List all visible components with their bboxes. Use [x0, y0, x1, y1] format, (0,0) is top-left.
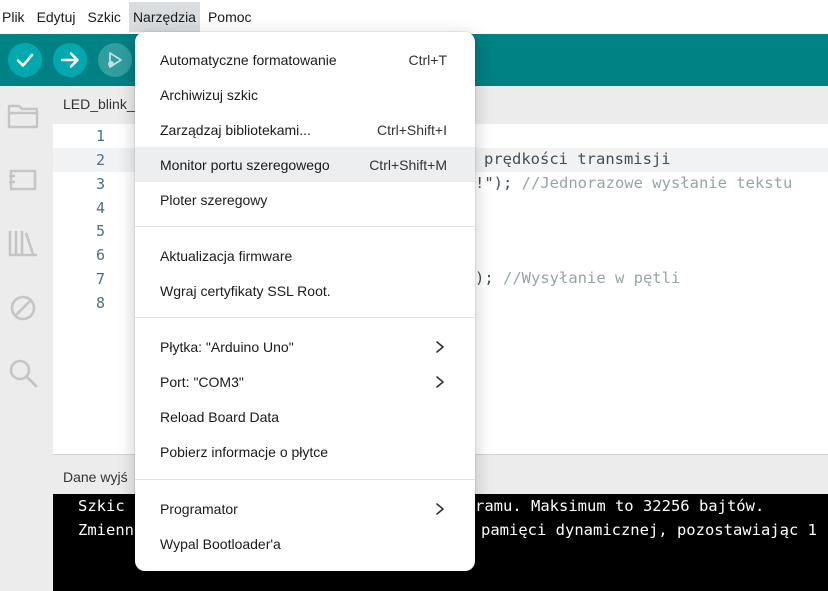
debug-stop-icon: [10, 295, 36, 321]
sidebar: [0, 86, 53, 591]
verify-button[interactable]: [8, 43, 42, 77]
chevron-right-icon: [436, 341, 444, 353]
debug-button[interactable]: [98, 43, 132, 77]
menu-item-port[interactable]: Port: "COM3": [135, 364, 475, 399]
line-number: 8: [95, 294, 105, 312]
menu-item-label: Zarządzaj bibliotekami...: [160, 121, 311, 138]
line-number: 5: [95, 222, 105, 240]
menu-item-reload-board-data[interactable]: Reload Board Data: [135, 399, 475, 434]
code-line-2: prędkości transmisji: [484, 150, 671, 168]
menu-item-programmer[interactable]: Programator: [135, 491, 475, 526]
menu-item-label: Aktualizacja firmware: [160, 247, 293, 264]
menu-item-get-board-info[interactable]: Pobierz informacje o płytce: [135, 434, 475, 469]
menu-item-archive-sketch[interactable]: Archiwizuj szkic: [135, 77, 475, 112]
menu-item-firmware-update[interactable]: Aktualizacja firmware: [135, 238, 475, 273]
output-line: pamięci dynamicznej, pozostawiając 1: [481, 521, 817, 539]
menu-item-serial-plotter[interactable]: Ploter szeregowy: [135, 182, 475, 217]
checkmark-icon: [16, 53, 34, 67]
code-fragment: !");: [475, 174, 513, 192]
code-comment: //Jednorazowe wysłanie tekstu: [512, 174, 793, 192]
debug-panel-button[interactable]: [6, 291, 40, 325]
line-number: 3: [95, 175, 105, 193]
code-comment: //Wysyłanie w pętli: [493, 269, 681, 287]
board-icon: [9, 169, 37, 191]
library-manager-button[interactable]: [6, 226, 40, 260]
code-line-7: ); //Wysyłanie w pętli: [475, 269, 680, 287]
menu-item-label: Ploter szeregowy: [160, 191, 268, 208]
chevron-right-icon: [436, 503, 444, 515]
arrow-right-icon: [60, 52, 79, 68]
menu-bar: Plik Edytuj Szkic Narzędzia Pomoc: [0, 0, 828, 34]
library-icon: [8, 231, 37, 257]
menu-item-shortcut: Ctrl+Shift+I: [376, 121, 447, 138]
menu-item-label: Wgraj certyfikaty SSL Root.: [160, 282, 331, 299]
menu-help[interactable]: Pomoc: [204, 2, 256, 32]
menu-item-manage-libraries[interactable]: Zarządzaj bibliotekami... Ctrl+Shift+I: [135, 112, 475, 147]
menu-edit[interactable]: Edytuj: [33, 2, 80, 32]
output-line: ramu. Maksimum to 32256 bajtów.: [475, 497, 765, 515]
menu-item-shortcut: Ctrl+T: [408, 51, 448, 68]
menu-item-upload-ssl-certificates[interactable]: Wgraj certyfikaty SSL Root.: [135, 273, 475, 308]
menu-separator: [135, 317, 475, 318]
output-line: Zmienn: [78, 521, 134, 539]
code-line-3: !"); //Jednorazowe wysłanie tekstu: [475, 174, 792, 192]
menu-item-label: Wypal Bootloader'a: [160, 535, 281, 552]
menu-item-label: Płytka: "Arduino Uno": [160, 338, 294, 355]
menu-item-label: Monitor portu szeregowego: [160, 156, 330, 173]
menu-item-burn-bootloader[interactable]: Wypal Bootloader'a: [135, 526, 475, 561]
search-icon: [9, 359, 38, 388]
menu-sketch[interactable]: Szkic: [83, 2, 124, 32]
line-number: 4: [95, 199, 105, 217]
line-number: 2: [95, 151, 105, 169]
debug-icon: [108, 52, 122, 68]
menu-item-label: Programator: [160, 500, 238, 517]
line-number: 7: [95, 270, 105, 288]
code-fragment: );: [475, 269, 494, 287]
menu-file[interactable]: Plik: [0, 2, 29, 32]
tools-dropdown-menu: Automatyczne formatowanie Ctrl+T Archiwi…: [135, 32, 475, 571]
upload-button[interactable]: [53, 43, 87, 77]
menu-item-board[interactable]: Płytka: "Arduino Uno": [135, 329, 475, 364]
menu-tools[interactable]: Narzędzia: [128, 2, 200, 32]
menu-separator: [135, 479, 475, 480]
menu-item-label: Port: "COM3": [160, 373, 244, 390]
menu-item-serial-monitor[interactable]: Monitor portu szeregowego Ctrl+Shift+M: [135, 147, 475, 182]
menu-item-label: Reload Board Data: [160, 408, 280, 425]
tab-sketch[interactable]: LED_blink_: [63, 96, 135, 112]
menu-item-auto-format[interactable]: Automatyczne formatowanie Ctrl+T: [135, 42, 475, 77]
folder-icon: [7, 104, 39, 129]
sketchbook-button[interactable]: [6, 98, 40, 132]
output-title: Dane wyjś: [63, 469, 128, 485]
line-number: 6: [95, 246, 105, 264]
boards-manager-button[interactable]: [6, 162, 40, 196]
menu-separator: [135, 226, 475, 227]
menu-item-label: Pobierz informacje o płytce: [160, 443, 329, 460]
search-button[interactable]: [6, 356, 40, 390]
chevron-right-icon: [436, 376, 444, 388]
line-number: 1: [95, 127, 105, 145]
output-line: Szkic: [78, 497, 125, 515]
menu-item-shortcut: Ctrl+Shift+M: [369, 156, 447, 173]
menu-item-label: Archiwizuj szkic: [160, 86, 259, 103]
menu-item-label: Automatyczne formatowanie: [160, 51, 337, 68]
